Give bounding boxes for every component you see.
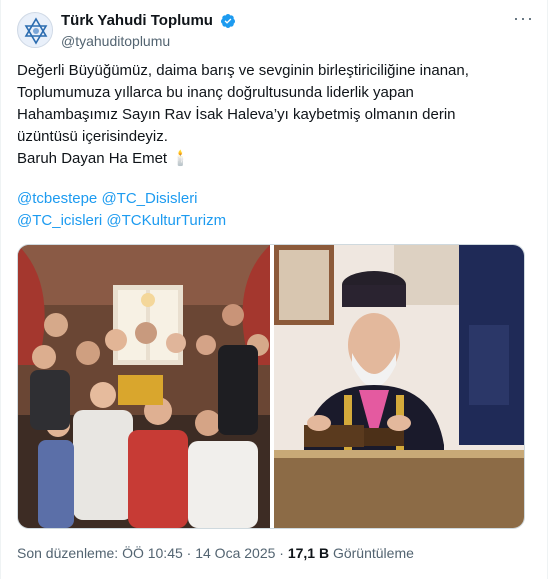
mention-link[interactable]: @TC_icisleri: [17, 212, 102, 229]
tweet-card: Türk Yahudi Toplumu @tyahuditoplumu ··· …: [0, 0, 548, 579]
tweet-line: Baruh Dayan Ha Emet 🕯️: [17, 150, 190, 167]
verified-badge-icon: [221, 14, 236, 28]
display-name[interactable]: Türk Yahudi Toplumu: [61, 12, 213, 30]
mention-link[interactable]: @TC_Disisleri: [101, 190, 197, 207]
mention-link[interactable]: @tcbestepe: [17, 190, 97, 207]
views-label: Görüntüleme: [332, 545, 414, 561]
avatar[interactable]: [17, 12, 53, 48]
views-count: 17,1 B: [287, 545, 330, 561]
tweet-meta: Son düzenleme: ÖÖ 10:45 · 14 Oca 2025 · …: [17, 544, 414, 562]
tweet-header: Türk Yahudi Toplumu @tyahuditoplumu ···: [17, 9, 533, 52]
tweet-text: Değerli Büyüğümüz, daima barış ve sevgin…: [17, 60, 533, 170]
author-names: Türk Yahudi Toplumu @tyahuditoplumu: [61, 12, 236, 50]
account-handle[interactable]: @tyahuditoplumu: [61, 32, 236, 50]
tweet-line: Toplumumuza yıllarca bu inanç doğrultusu…: [17, 84, 414, 101]
star-of-david-icon: [19, 14, 52, 47]
edited-timestamp[interactable]: Son düzenleme: ÖÖ 10:45 · 14 Oca 2025 ·: [17, 545, 284, 561]
tweet-line: Değerli Büyüğümüz, daima barış ve sevgin…: [17, 62, 469, 79]
tweet-line: Hahambaşımız Sayın Rav İsak Haleva’yı ka…: [17, 106, 456, 123]
family-group-photo[interactable]: [18, 245, 270, 528]
mention-link[interactable]: @TCKulturTurizm: [106, 212, 226, 229]
tweet-line: üzüntüsü içerisindeyiz.: [17, 128, 168, 145]
mentions: @tcbestepe @TC_Disisleri @TC_icisleri @T…: [17, 188, 533, 232]
rabbi-portrait-photo[interactable]: [274, 245, 524, 528]
media-grid: [17, 244, 525, 529]
more-horizontal-icon[interactable]: ···: [513, 9, 533, 32]
